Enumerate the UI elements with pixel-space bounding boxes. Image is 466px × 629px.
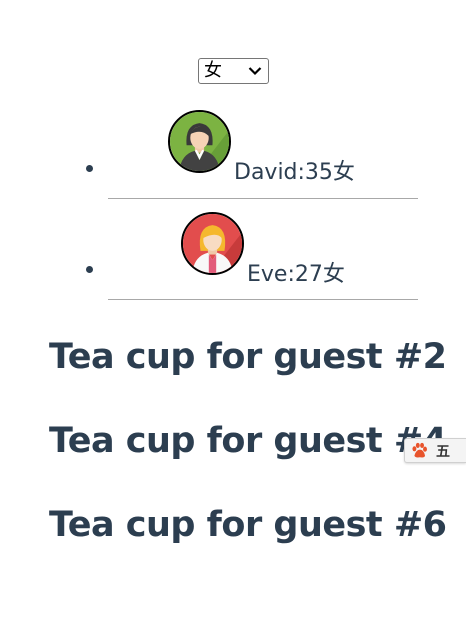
- gender-select[interactable]: 女: [198, 58, 269, 84]
- person-info: Eve:27女: [247, 262, 345, 287]
- avatar: [181, 212, 244, 275]
- avatar: [168, 110, 231, 173]
- chevron-down-icon: [248, 67, 262, 76]
- cup-heading: Tea cup for guest #2: [49, 337, 447, 377]
- woman-avatar-icon: [170, 112, 229, 171]
- cup-heading: Tea cup for guest #4: [49, 421, 447, 461]
- person-info: David:35女: [234, 160, 355, 185]
- gender-select-value: 女: [204, 60, 222, 81]
- ime-toolbar[interactable]: 五: [404, 438, 466, 463]
- list-bullet: [86, 266, 93, 273]
- list-item: David:35女: [86, 110, 418, 199]
- cup-heading: Tea cup for guest #6: [49, 505, 447, 545]
- page: 女 David:35女 Eve:27女 Tea cup for guest #2…: [0, 0, 466, 629]
- baidu-paw-icon: [412, 442, 427, 458]
- ime-mode-label: 五: [436, 443, 450, 460]
- woman-avatar-icon: [183, 214, 242, 273]
- list-item: Eve:27女: [86, 211, 418, 300]
- list-bullet: [86, 165, 93, 172]
